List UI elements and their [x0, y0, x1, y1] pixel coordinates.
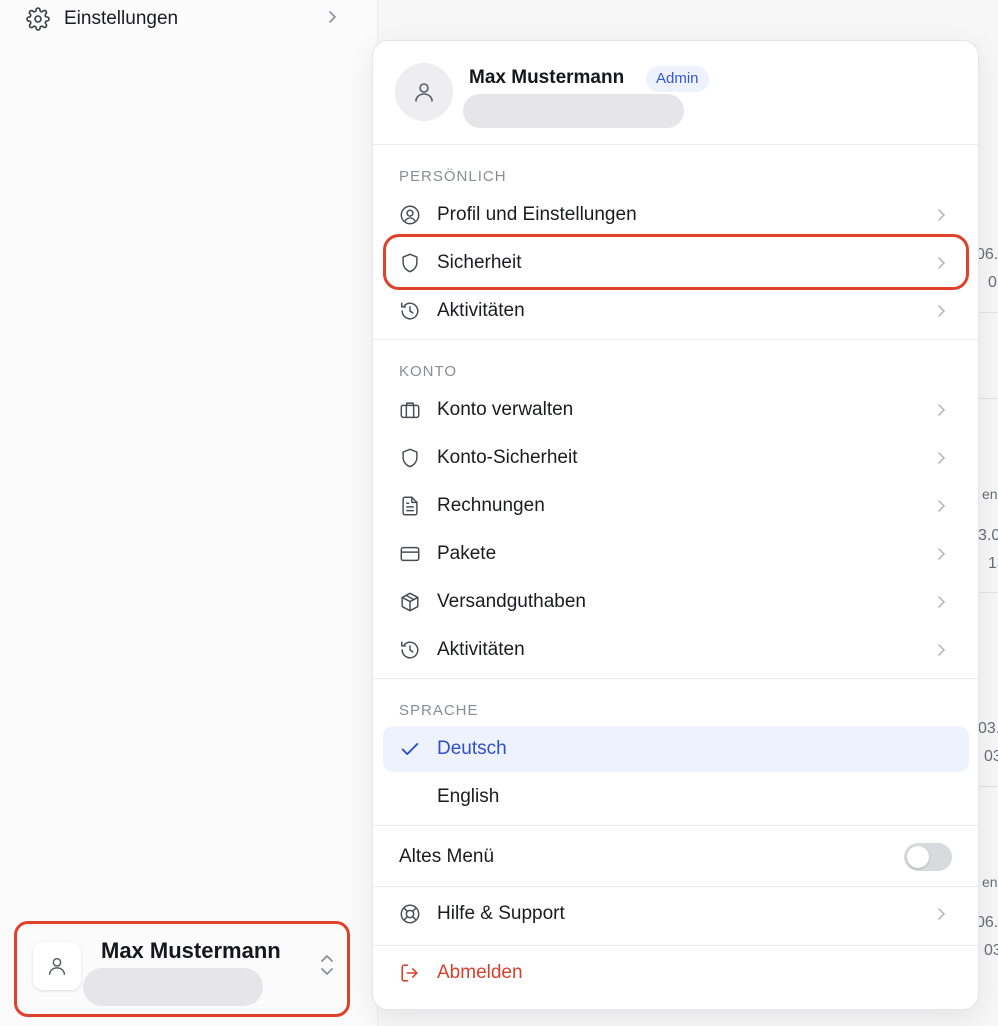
language-option-label: Deutsch — [437, 738, 507, 759]
divider — [373, 945, 978, 946]
check-icon — [399, 738, 421, 760]
menu-item-label: Aktivitäten — [437, 300, 525, 321]
menu-item-label: Sicherheit — [437, 252, 522, 273]
bg-text: 0 — [988, 274, 997, 291]
menu-item-help[interactable]: Hilfe & Support — [383, 891, 969, 937]
chevron-right-icon — [933, 546, 949, 562]
menu-item-shipping-credit[interactable]: Versandguthaben — [383, 579, 969, 625]
menu-item-manage-account[interactable]: Konto verwalten — [383, 387, 969, 433]
user-menu-header: Max Mustermann Admin — [373, 41, 978, 145]
old-menu-toggle[interactable] — [904, 843, 952, 871]
bg-text: 03 — [984, 748, 998, 765]
package-icon — [399, 591, 421, 613]
menu-item-label: Profil und Einstellungen — [437, 204, 637, 225]
redacted-email — [83, 968, 263, 1006]
chevron-right-icon — [324, 9, 340, 25]
section-title-personal: PERSÖNLICH — [399, 168, 507, 185]
bg-text: ent — [982, 874, 998, 890]
divider — [373, 825, 978, 826]
logout-button[interactable]: Abmelden — [383, 950, 969, 996]
menu-item-label: Pakete — [437, 543, 497, 564]
chevron-up-down-icon — [317, 950, 337, 980]
menu-item-security[interactable]: Sicherheit — [383, 234, 969, 290]
bg-text: ent — [982, 486, 998, 502]
bg-text: 03 — [984, 942, 998, 959]
chevron-right-icon — [933, 642, 949, 658]
gear-icon — [26, 7, 50, 31]
toggle-knob — [907, 846, 929, 868]
user-menu: Max Mustermann Admin PERSÖNLICH Profil u… — [372, 40, 979, 1010]
user-switcher[interactable]: Max Mustermann — [14, 921, 350, 1017]
language-option-deutsch[interactable]: Deutsch — [383, 726, 969, 772]
old-menu-row: Altes Menü — [373, 828, 978, 886]
role-badge: Admin — [646, 66, 709, 92]
bg-text: 13 — [988, 555, 998, 572]
section-title-account: KONTO — [399, 363, 458, 380]
sidebar-item-settings[interactable]: Einstellungen — [26, 0, 346, 38]
menu-item-account-activities[interactable]: Aktivitäten — [383, 627, 969, 673]
language-option-english[interactable]: English — [383, 774, 969, 820]
credit-card-icon — [399, 543, 421, 565]
menu-item-label: Abmelden — [437, 962, 523, 983]
bg-text: 03. — [978, 720, 998, 737]
bg-text: 06. — [976, 246, 998, 263]
redacted-email — [463, 94, 684, 128]
chevron-right-icon — [933, 906, 949, 922]
user-name: Max Mustermann — [101, 938, 281, 963]
chevron-right-icon — [933, 498, 949, 514]
history-icon — [399, 300, 421, 322]
document-icon — [399, 495, 421, 517]
old-menu-label: Altes Menü — [399, 846, 495, 867]
menu-item-label: Rechnungen — [437, 495, 545, 516]
divider — [373, 678, 978, 679]
history-icon — [399, 639, 421, 661]
menu-item-label: Konto-Sicherheit — [437, 447, 578, 468]
user-circle-icon — [399, 204, 421, 226]
lifebuoy-icon — [399, 903, 421, 925]
menu-item-invoices[interactable]: Rechnungen — [383, 483, 969, 529]
sidebar-item-label: Einstellungen — [64, 8, 179, 29]
menu-item-plans[interactable]: Pakete — [383, 531, 969, 577]
chevron-right-icon — [933, 303, 949, 319]
shield-icon — [399, 252, 421, 274]
chevron-right-icon — [933, 207, 949, 223]
avatar — [395, 63, 453, 121]
menu-item-activities[interactable]: Aktivitäten — [383, 288, 969, 334]
bg-text: 3.0 — [978, 527, 998, 544]
chevron-right-icon — [933, 402, 949, 418]
shield-icon — [399, 447, 421, 469]
menu-item-label: Hilfe & Support — [437, 903, 565, 924]
sidebar: Einstellungen Max Mustermann — [0, 0, 378, 1026]
menu-item-account-security[interactable]: Konto-Sicherheit — [383, 435, 969, 481]
section-title-language: SPRACHE — [399, 702, 479, 719]
briefcase-icon — [399, 399, 421, 421]
divider — [373, 886, 978, 887]
language-option-label: English — [437, 786, 500, 807]
menu-item-label: Aktivitäten — [437, 639, 525, 660]
chevron-right-icon — [933, 450, 949, 466]
user-name: Max Mustermann — [469, 67, 625, 88]
divider — [373, 339, 978, 340]
menu-item-label: Konto verwalten — [437, 399, 574, 420]
chevron-right-icon — [933, 255, 949, 271]
bg-text: 06. — [976, 914, 998, 931]
avatar — [33, 942, 81, 990]
chevron-right-icon — [933, 594, 949, 610]
menu-item-profile[interactable]: Profil und Einstellungen — [383, 192, 969, 238]
menu-item-label: Versandguthaben — [437, 591, 586, 612]
logout-icon — [399, 962, 421, 984]
